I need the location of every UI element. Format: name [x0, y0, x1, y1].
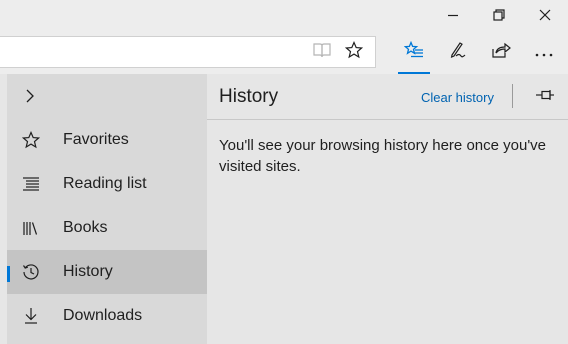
share-icon	[491, 41, 511, 63]
add-favorite-button[interactable]	[338, 37, 370, 67]
minimize-button[interactable]	[430, 0, 476, 30]
download-icon	[21, 306, 41, 326]
hub-item-books[interactable]: Books	[7, 206, 207, 250]
hub-item-history[interactable]: History	[7, 250, 207, 294]
history-panel: History Clear history You'll see your br…	[207, 74, 568, 344]
reading-list-icon	[21, 174, 41, 194]
clear-history-link[interactable]: Clear history	[421, 74, 494, 122]
pin-icon	[535, 87, 555, 106]
hub-item-label: History	[63, 263, 113, 280]
hub-item-label: Favorites	[63, 131, 129, 148]
hub-item-favorites[interactable]: Favorites	[7, 118, 207, 162]
more-button[interactable]	[523, 30, 565, 74]
restore-icon	[493, 6, 505, 25]
close-button[interactable]	[522, 0, 568, 30]
history-icon	[21, 262, 41, 282]
reading-view-icon	[313, 42, 331, 62]
star-icon	[21, 130, 41, 150]
share-button[interactable]	[480, 30, 522, 74]
ellipsis-icon	[535, 43, 553, 62]
pin-pane-button[interactable]	[534, 86, 556, 106]
header-divider	[512, 84, 513, 108]
close-icon	[539, 6, 551, 25]
reading-view-button[interactable]	[306, 37, 338, 67]
pen-icon	[448, 41, 468, 63]
web-note-button[interactable]	[437, 30, 479, 74]
header-separator	[207, 119, 568, 120]
restore-button[interactable]	[476, 0, 522, 30]
title-bar	[0, 0, 568, 30]
hub-item-label: Reading list	[63, 175, 147, 192]
minimize-icon	[447, 6, 459, 25]
add-favorite-star-icon	[344, 40, 364, 63]
hub-item-downloads[interactable]: Downloads	[7, 294, 207, 338]
empty-history-message: You'll see your browsing history here on…	[219, 137, 547, 175]
chevron-right-icon	[23, 88, 37, 108]
hub-navigation-pane: Favorites Reading list Books History Dow…	[0, 74, 207, 344]
hub-star-lines-icon	[403, 40, 424, 63]
hub-button[interactable]	[393, 30, 435, 74]
collapse-pane-button[interactable]	[7, 74, 207, 118]
hub-item-reading-list[interactable]: Reading list	[7, 162, 207, 206]
panel-header: History Clear history	[207, 74, 568, 119]
hub-item-label: Downloads	[63, 307, 143, 324]
pane-edge	[0, 74, 7, 344]
active-item-indicator	[7, 266, 10, 282]
books-icon	[21, 218, 41, 238]
panel-title: History	[219, 86, 279, 107]
hub-item-label: Books	[63, 219, 108, 236]
address-bar[interactable]	[0, 36, 376, 68]
